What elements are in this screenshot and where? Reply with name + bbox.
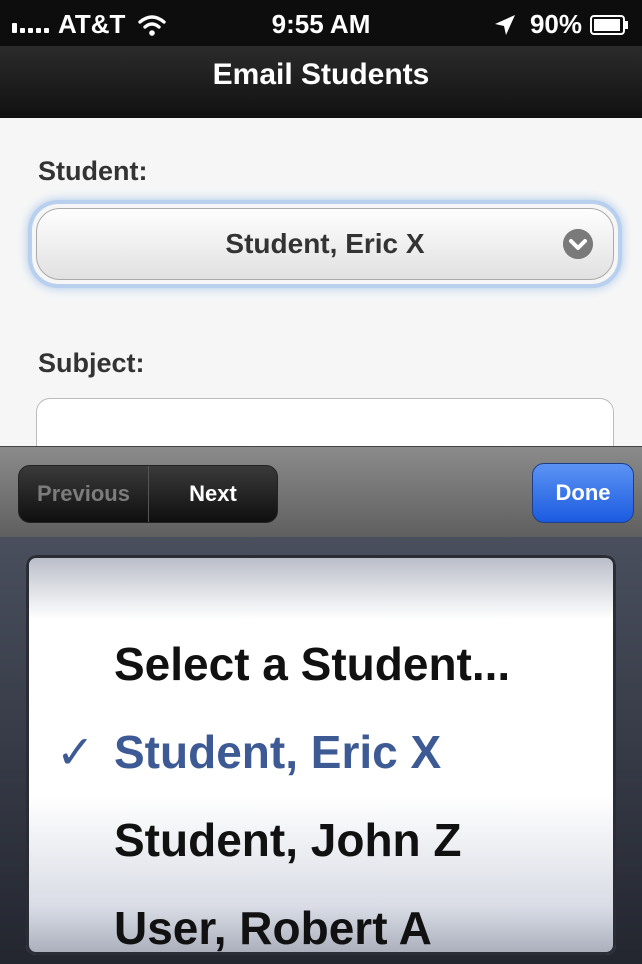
- keyboard-toolbar: Previous Next Done: [0, 446, 642, 537]
- navigation-bar: Email Students: [0, 46, 642, 119]
- next-button[interactable]: Next: [149, 466, 277, 522]
- picker-option[interactable]: User, Robert A: [114, 901, 432, 955]
- status-bar: AT&T 9:55 AM 90%: [0, 0, 642, 46]
- checkmark-icon: ✓: [56, 726, 95, 778]
- student-select-focus-ring: Student, Eric X: [32, 204, 618, 284]
- previous-next-control: Previous Next: [18, 465, 278, 523]
- student-label: Student:: [38, 156, 148, 186]
- done-button[interactable]: Done: [532, 463, 634, 523]
- picker-option[interactable]: Student, John Z: [114, 813, 462, 867]
- email-form: Student: Student, Eric X Subject:: [0, 118, 642, 468]
- previous-button[interactable]: Previous: [19, 466, 149, 522]
- battery-icon: [590, 14, 628, 35]
- student-select-value: Student, Eric X: [225, 228, 425, 259]
- page-title: Email Students: [212, 58, 430, 91]
- battery-percent: 90%: [529, 9, 582, 39]
- chevron-down-icon: [563, 229, 593, 259]
- subject-label: Subject:: [38, 348, 145, 378]
- picker-option-selected[interactable]: Student, Eric X: [114, 725, 441, 779]
- status-right: 90%: [494, 9, 630, 40]
- student-select[interactable]: Student, Eric X: [36, 208, 614, 280]
- picker-option[interactable]: Select a Student...: [114, 637, 510, 691]
- location-icon: [494, 14, 515, 35]
- student-picker[interactable]: Select a Student... ✓ Student, Eric X St…: [26, 555, 616, 955]
